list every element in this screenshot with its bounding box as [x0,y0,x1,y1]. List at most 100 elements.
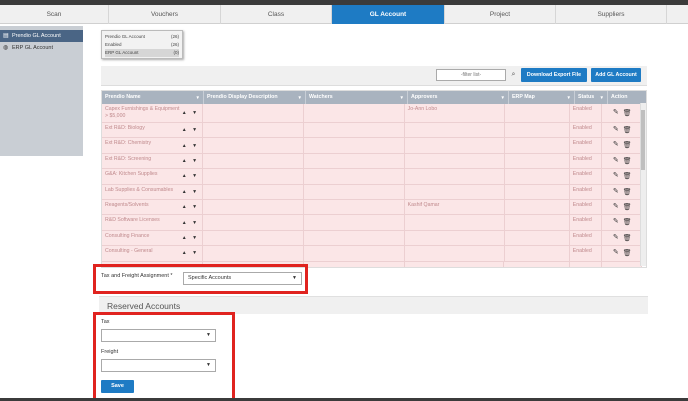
add-gl-account-button[interactable]: Add GL Account [591,68,641,82]
cell-action: ✎ 🗑 [602,231,642,245]
edit-icon[interactable]: ✎ [613,172,619,180]
chevron-down-icon[interactable]: ▼ [400,91,404,104]
edit-icon[interactable]: ✎ [613,188,619,196]
table-row[interactable]: Ext R&D: Screening ▲ ▼ Enabled ✎ 🗑 [102,153,642,170]
chevron-down-icon[interactable]: ▼ [298,91,302,104]
cell-prendio-name: Ext R&D: Chemistry ▲ ▼ [102,138,204,153]
cell-watchers [304,230,405,246]
edit-icon[interactable]: ✎ [613,157,619,165]
download-export-button[interactable]: Download Export File [521,68,587,82]
filter-option-label: Prendio GL Account [105,34,145,39]
table-row[interactable]: R&D Software Licenses ▲ ▼ Enabled ✎ 🗑 [102,215,642,231]
filter-option-label: Enabled [105,42,122,47]
trash-icon[interactable]: 🗑 [623,173,632,180]
cell-status: Enabled [570,138,603,153]
table-row[interactable]: G&A: Kitchen Supplies ▲ ▼ Enabled ✎ 🗑 [102,169,642,185]
sidebar-item-erp-gl-account[interactable]: ◍ ERP GL Account [0,42,83,54]
cell-description [203,138,304,153]
column-header-watchers[interactable]: Watchers ▼ [306,91,408,104]
save-button[interactable]: Save [101,380,134,393]
edit-icon[interactable]: ✎ [613,234,619,242]
table-row[interactable]: Ext R&D: Biology ▲ ▼ Enabled ✎ 🗑 [102,123,642,139]
cell-erp-map [505,104,570,122]
column-header-prendio-name[interactable]: Prendio Name ▼ [102,91,204,104]
column-header-description[interactable]: Prendio Display Description ▼ [204,91,306,104]
cell-approvers [405,215,505,230]
tax-freight-select[interactable]: Specific Accounts ▼ [183,272,302,285]
column-header-approvers[interactable]: Approvers ▼ [408,91,509,104]
reorder-arrows-icon[interactable]: ▲ ▼ [182,173,199,180]
trash-icon[interactable]: 🗑 [623,219,632,226]
edit-icon[interactable]: ✎ [613,203,619,211]
row-name: Reagents/Solvents [105,201,149,208]
edit-icon[interactable]: ✎ [613,219,619,226]
cell-watchers [304,153,405,169]
chevron-down-icon[interactable]: ▼ [501,91,505,104]
filter-option-count: (26) [170,34,179,39]
trash-icon[interactable]: 🗑 [623,157,632,165]
cell-action: ✎ 🗑 [602,246,642,260]
table-body: Capex Furnishings & Equipment > $5,000 ▲ … [102,104,643,267]
chevron-down-icon: ▼ [206,332,211,338]
tab-gl-account[interactable]: GL Account [332,5,445,24]
trash-icon[interactable]: 🗑 [623,142,632,149]
reorder-arrows-icon[interactable]: ▲ ▼ [182,158,199,165]
reorder-arrows-icon[interactable]: ▲ ▼ [182,235,199,242]
chevron-down-icon: ▼ [292,275,297,281]
tab-vouchers[interactable]: Vouchers [109,5,221,24]
table-row[interactable]: Lab Supplies & Consumables ▲ ▼ Enabled ✎ 🗑 [102,184,642,200]
chevron-down-icon[interactable]: ▼ [567,91,571,104]
cell-action: ✎ 🗑 [602,200,642,214]
reorder-arrows-icon[interactable]: ▲ ▼ [182,189,199,196]
table-row[interactable]: Reagents/Solvents ▲ ▼ Kashif Qamar Enabled ✎… [102,199,642,216]
cell-status: Enabled [570,246,603,261]
filter-option-count: (26) [170,42,179,47]
chevron-down-icon[interactable]: ▼ [600,91,604,104]
edit-icon[interactable]: ✎ [613,126,619,134]
table-cell [504,261,570,267]
trash-icon[interactable]: 🗑 [623,234,632,242]
edit-icon[interactable]: ✎ [613,249,619,257]
cell-erp-map [505,153,570,169]
trash-icon[interactable]: 🗑 [623,204,632,211]
reorder-arrows-icon[interactable]: ▲ ▼ [182,250,199,257]
filter-option[interactable]: ERP GL Account (0) [105,49,179,57]
trash-icon[interactable]: 🗑 [623,188,632,196]
edit-icon[interactable]: ✎ [613,142,619,149]
cell-watchers [304,123,405,138]
edit-icon[interactable]: ✎ [613,109,619,117]
trash-icon[interactable]: 🗑 [623,110,632,117]
table-row[interactable]: Consulting Finance ▲ ▼ Enabled ✎ 🗑 [102,230,642,247]
cell-approvers [405,123,505,138]
tab-scan[interactable]: Scan [0,5,109,24]
freight-select[interactable]: ▼ [101,359,216,372]
tab-suppliers[interactable]: Suppliers [556,5,667,24]
table-row[interactable]: Consulting - General ▲ ▼ Enabled ✎ 🗑 [102,246,642,262]
cell-erp-map [505,169,570,184]
reorder-arrows-icon[interactable]: ▲ ▼ [182,142,199,149]
sidebar-item-prendio-gl-account[interactable]: ▤ Prendio GL Account [0,30,83,42]
filter-option[interactable]: Enabled (26) [105,41,179,49]
column-header-erp-map[interactable]: ERP Map ▼ [509,91,575,104]
tax-select[interactable]: ▼ [101,329,216,342]
trash-icon[interactable]: 🗑 [623,127,632,134]
table-row[interactable]: Capex Furnishings & Equipment > $5,000 ▲ … [102,104,642,123]
tab-class[interactable]: Class [221,5,332,24]
reorder-arrows-icon[interactable]: ▲ ▼ [182,127,199,134]
chevron-down-icon[interactable]: ▼ [196,91,200,104]
column-header-status[interactable]: Status ▼ [575,91,608,104]
table-row[interactable]: Ext R&D: Chemistry ▲ ▼ Enabled ✎ 🗑 [102,138,642,154]
sidebar-item-label: Prendio GL Account [12,33,61,39]
filter-list-input[interactable]: -filter list- [436,69,506,81]
reorder-arrows-icon[interactable]: ▲ ▼ [182,204,199,211]
table-scrollbar-thumb[interactable] [641,110,645,170]
chevron-down-icon: ▼ [206,362,211,368]
cell-watchers [304,138,405,153]
trash-icon[interactable]: 🗑 [623,250,632,257]
reorder-arrows-icon[interactable]: ▲ ▼ [182,219,199,226]
tab-project[interactable]: Project [445,5,556,24]
cell-prendio-name: Consulting Finance ▲ ▼ [102,230,204,246]
reorder-arrows-icon[interactable]: ▲ ▼ [182,110,199,117]
filter-option[interactable]: Prendio GL Account (26) [105,33,179,41]
search-icon[interactable]: ⌕ [508,69,519,81]
